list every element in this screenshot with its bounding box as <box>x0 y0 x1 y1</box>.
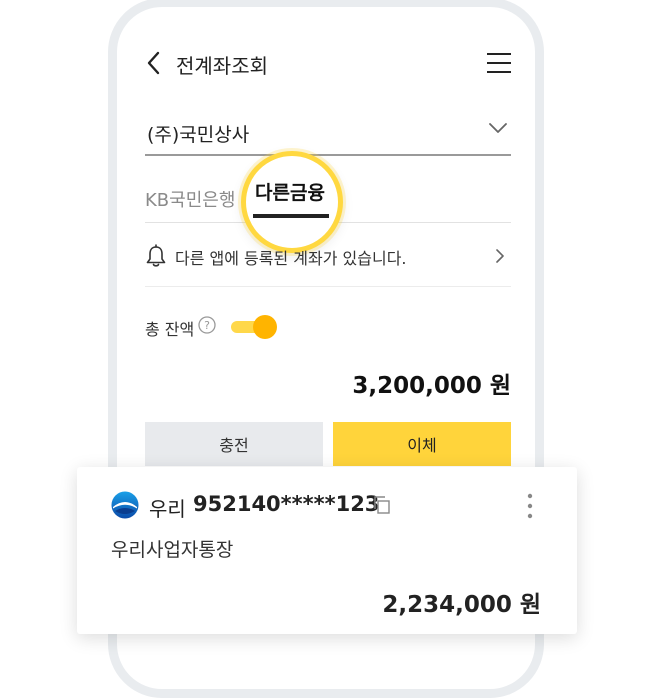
back-icon[interactable] <box>144 50 166 76</box>
company-select[interactable]: (주)국민상사 <box>145 108 511 156</box>
app-screen: 전계좌조회 (주)국민상사 KB국민은행 다른금융 다른 앱에 등록된 계좌가 … <box>0 0 654 660</box>
notice-row[interactable]: 다른 앱에 등록된 계좌가 있습니다. <box>145 234 511 287</box>
chevron-right-icon <box>496 249 504 263</box>
page-title: 전계좌조회 <box>176 54 268 78</box>
bell-icon <box>146 244 166 267</box>
svg-text:?: ? <box>204 319 210 332</box>
copy-icon[interactable] <box>373 495 391 515</box>
kebab-icon[interactable] <box>525 493 535 519</box>
menu-icon[interactable] <box>486 52 512 74</box>
tab-kb-bank[interactable]: KB국민은행 <box>145 186 235 212</box>
chevron-down-icon <box>489 123 507 133</box>
account-balance: 2,234,000 원 <box>382 592 541 618</box>
tab-other-finance[interactable]: 다른금융 <box>255 178 325 205</box>
bank-name: 우리 <box>149 497 186 521</box>
charge-button[interactable]: 충전 <box>145 422 323 466</box>
balance-row: 총 잔액 ? <box>145 312 511 342</box>
transfer-button[interactable]: 이체 <box>333 422 511 466</box>
toggle-knob <box>253 315 277 339</box>
company-name: (주)국민상사 <box>147 124 250 146</box>
account-number: 952140*****123 <box>193 492 380 516</box>
account-type: 우리사업자통장 <box>111 539 234 561</box>
balance-toggle[interactable] <box>231 315 277 341</box>
account-card[interactable]: 우리 952140*****123 우리사업자통장 2,234,000 원 <box>77 467 577 634</box>
help-icon[interactable]: ? <box>198 316 216 334</box>
active-tab-indicator <box>253 214 329 218</box>
balance-label: 총 잔액 <box>145 320 195 339</box>
bank-logo-icon <box>111 491 139 519</box>
total-balance-amount: 3,200,000 원 <box>352 373 511 399</box>
app-header: 전계좌조회 <box>144 44 514 82</box>
notice-text: 다른 앱에 등록된 계좌가 있습니다. <box>175 249 407 268</box>
